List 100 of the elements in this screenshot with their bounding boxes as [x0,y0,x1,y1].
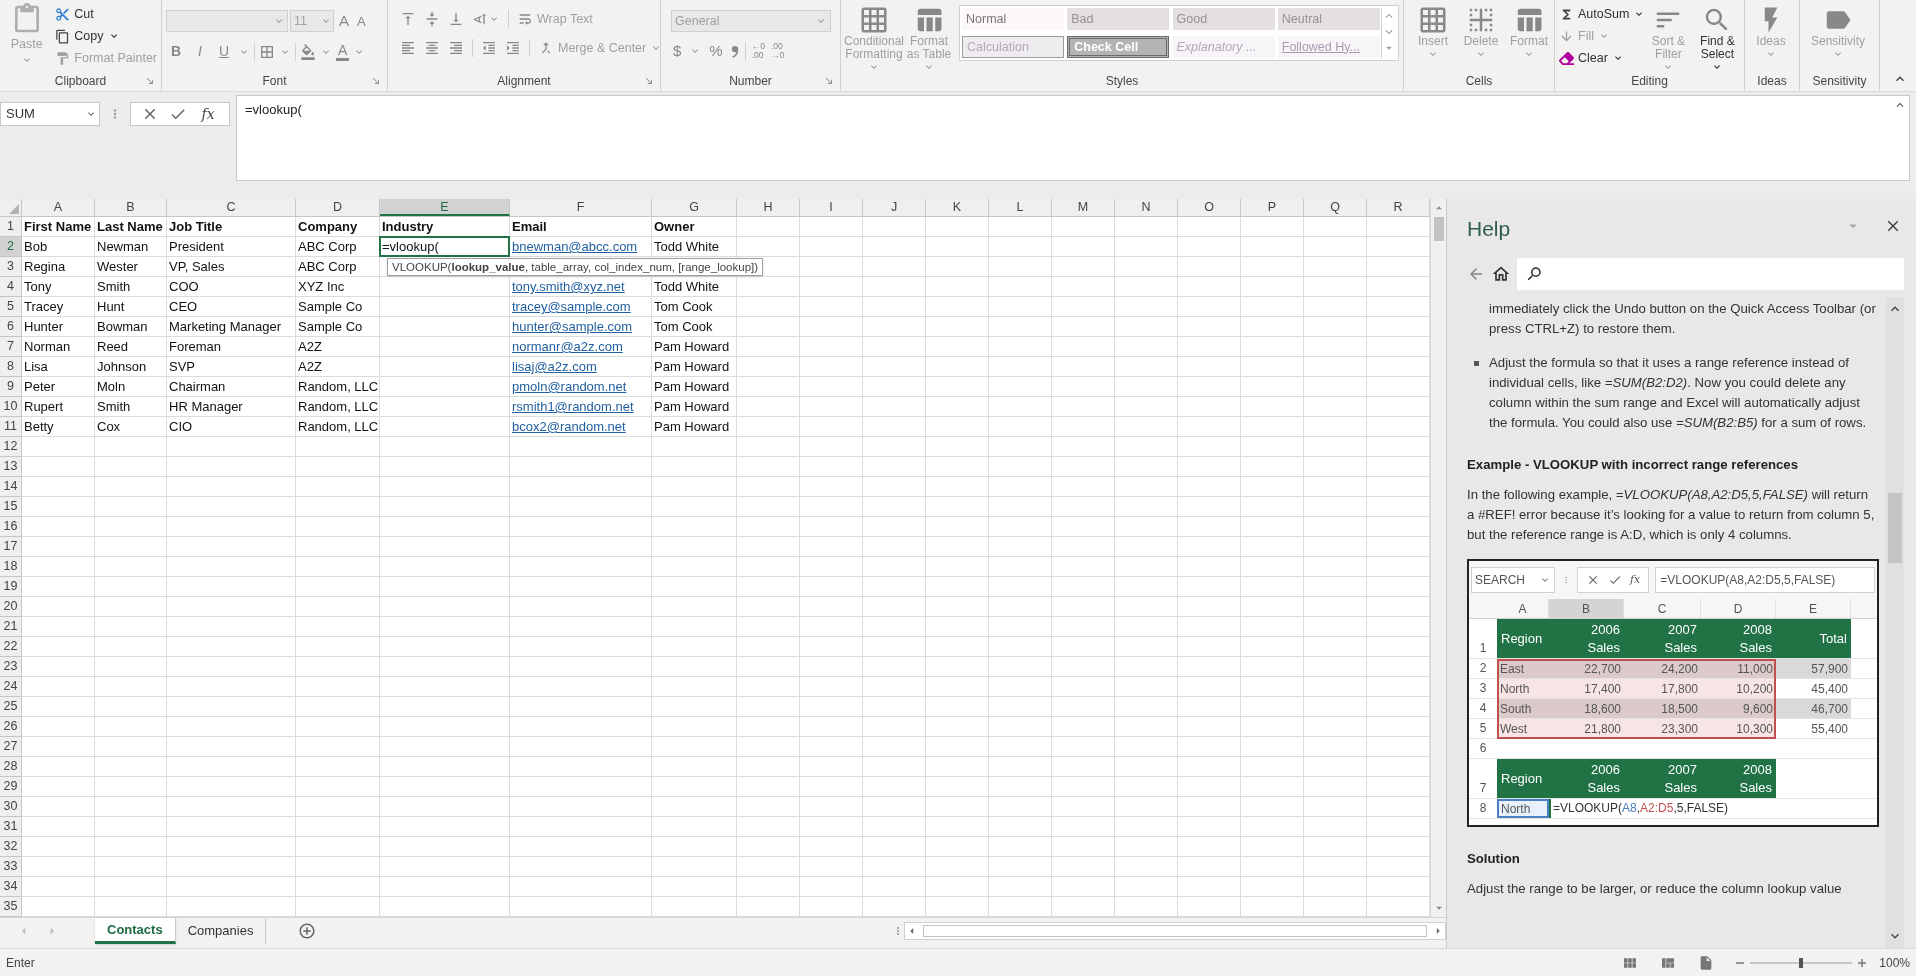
row-number: 7 [1479,780,1487,797]
table-cell-text: Smith [96,278,131,296]
table-cell-text: Pam Howard [653,398,730,416]
table-cell-text: North [1501,800,1531,818]
table-cell-text: A2Z [297,358,322,376]
table-cell-text: Cox [96,418,121,436]
table-cell-text: Hunter [23,318,64,336]
column-header: E [1776,599,1851,618]
table-cell-text: Regina [23,258,66,276]
table-cell-text: CEO [168,298,198,316]
table-cell-text: Pam Howard [653,418,730,436]
table-cell-text: Rupert [23,398,64,416]
table-cell-text: Peter [23,378,56,396]
table-cell-text: 24,200 [1661,660,1698,678]
table-cell-text: ABC Corp [297,258,357,276]
table-cell-text: Owner [653,218,695,236]
group-label: Cells [1465,73,1493,90]
table-cell-text: 21,800 [1584,720,1621,738]
table-cell-text: 18,500 [1661,700,1698,718]
table-cell-text: Tony [23,278,52,296]
table-cell-text: Last Name [96,218,163,236]
table-cell-text: Bowman [96,318,148,336]
column-header: D [1701,599,1776,618]
table-cell-text: East [1500,660,1524,678]
section-heading: Solution [1467,850,1521,868]
help-paragraph: Adjust the formula so that it uses a range reference instead of individual cells, like =SUM(B2:D2). Now you could delete any column within the sum range and Excel will automatically adjust the formula. You could also use =SUM(B2:B5) for a sum of rows. [1489,354,1868,432]
table-cell-text: Sample Co [297,318,363,336]
table-cell-text: A2Z [297,338,322,356]
table-cell-text: Pam Howard [653,358,730,376]
row-number: 1 [1479,640,1487,657]
table-cell-text: Todd White [653,238,720,256]
help-paragraph: Adjust the range to be larger, or reduce the column lookup value [1467,880,1843,898]
table-cell-text: Tom Cook [653,298,713,316]
table-cell-text: 10,300 [1736,720,1773,738]
table-cell-text: Norman [23,338,71,356]
table-cell-text: Tracey [23,298,64,316]
pane-title: Help [1467,216,1511,242]
table-cell-text: Moln [96,378,126,396]
table-cell-text: Sample Co [297,298,363,316]
table-cell-text: 17,400 [1584,680,1621,698]
row-number: 3 [1479,680,1487,697]
help-paragraph: immediately click the Undo button on the Quick Access Toolbar (or press CTRL+Z) to restore them. [1488,300,1877,338]
formula-text: =VLOOKUP(A8,A2:D5,5,FALSE) [1553,800,1729,817]
table-header: 2008 Sales [1738,620,1772,657]
table-cell-text: Industry [381,218,434,236]
table-header: Total [1819,629,1847,648]
table-cell-text: Random, LLC [297,398,379,416]
table-cell-text: First Name [23,218,92,236]
row-number: 4 [1479,700,1487,717]
table-cell-text: Todd White [653,278,720,296]
table-cell-text: 10,200 [1736,680,1773,698]
table-cell-text: Foreman [168,338,222,356]
table-cell-text: Email [511,218,547,236]
group-label: Font [262,73,287,90]
table-cell-text: South [1500,700,1532,718]
table-cell-text: VP, Sales [168,258,225,276]
table-cell-text: Smith [96,398,131,416]
table-cell-text: 46,700 [1811,700,1848,718]
table-cell-text: Random, LLC [297,418,379,436]
table-cell-text: Bob [23,238,48,256]
table-cell-text: Betty [23,418,54,436]
table-header: 2006 Sales [1586,760,1620,797]
status-mode: Enter [6,954,35,972]
table-cell-text: 9,600 [1742,700,1773,718]
table-cell-text: Tom Cook [653,318,713,336]
table-cell-text: Wester [96,258,138,276]
table-header: 2008 Sales [1738,760,1772,797]
table-cell-text: 18,600 [1584,700,1621,718]
table-cell-text: COO [168,278,199,296]
table-cell-text: 55,400 [1811,720,1848,738]
group-label: Editing [1631,73,1668,90]
table-cell-text: 45,400 [1811,680,1848,698]
column-header: C [1624,599,1701,618]
function-label: fx [1630,572,1641,588]
row-number: 5 [1479,720,1487,737]
group-label: Styles [1105,73,1139,90]
help-paragraph: In the following example, =VLOOKUP(A8,A2:D5,5,FALSE) will return a #REF! error because it’s looking for a value to return from column 5, but the reference range is A:D, which is only 4 columns. [1467,486,1876,544]
table-cell-text: Reed [96,338,129,356]
table-cell-text: Newman [96,238,149,256]
row-number: 6 [1479,740,1487,757]
table-cell-text: Company [297,218,358,236]
group-label: Clipboard [54,73,107,90]
table-cell-text: ABC Corp [297,238,357,256]
table-header: Region [1501,769,1543,788]
table-cell-text: North [1500,680,1530,698]
group-label: Alignment [497,73,551,90]
table-cell-text: Job Title [168,218,223,236]
table-cell-text: 22,700 [1584,660,1621,678]
name-box: SEARCH [1471,567,1555,593]
table-header: 2006 Sales [1586,620,1620,657]
table-cell-text: HR Manager [168,398,243,416]
column-header: B [1549,599,1624,618]
function-tooltip: VLOOKUP(lookup_value, table_array, col_index_num, [range_lookup]) [387,258,764,276]
table-cell-text: Chairman [168,378,226,396]
table-cell-text: 11,000 [1737,660,1773,678]
table-cell-text: 17,800 [1661,680,1698,698]
row-number: 2 [1479,660,1487,677]
table-cell-text: CIO [168,418,193,436]
section-heading: Example - VLOOKUP with incorrect range references [1467,456,1800,474]
table-header: 2007 Sales [1663,760,1697,797]
